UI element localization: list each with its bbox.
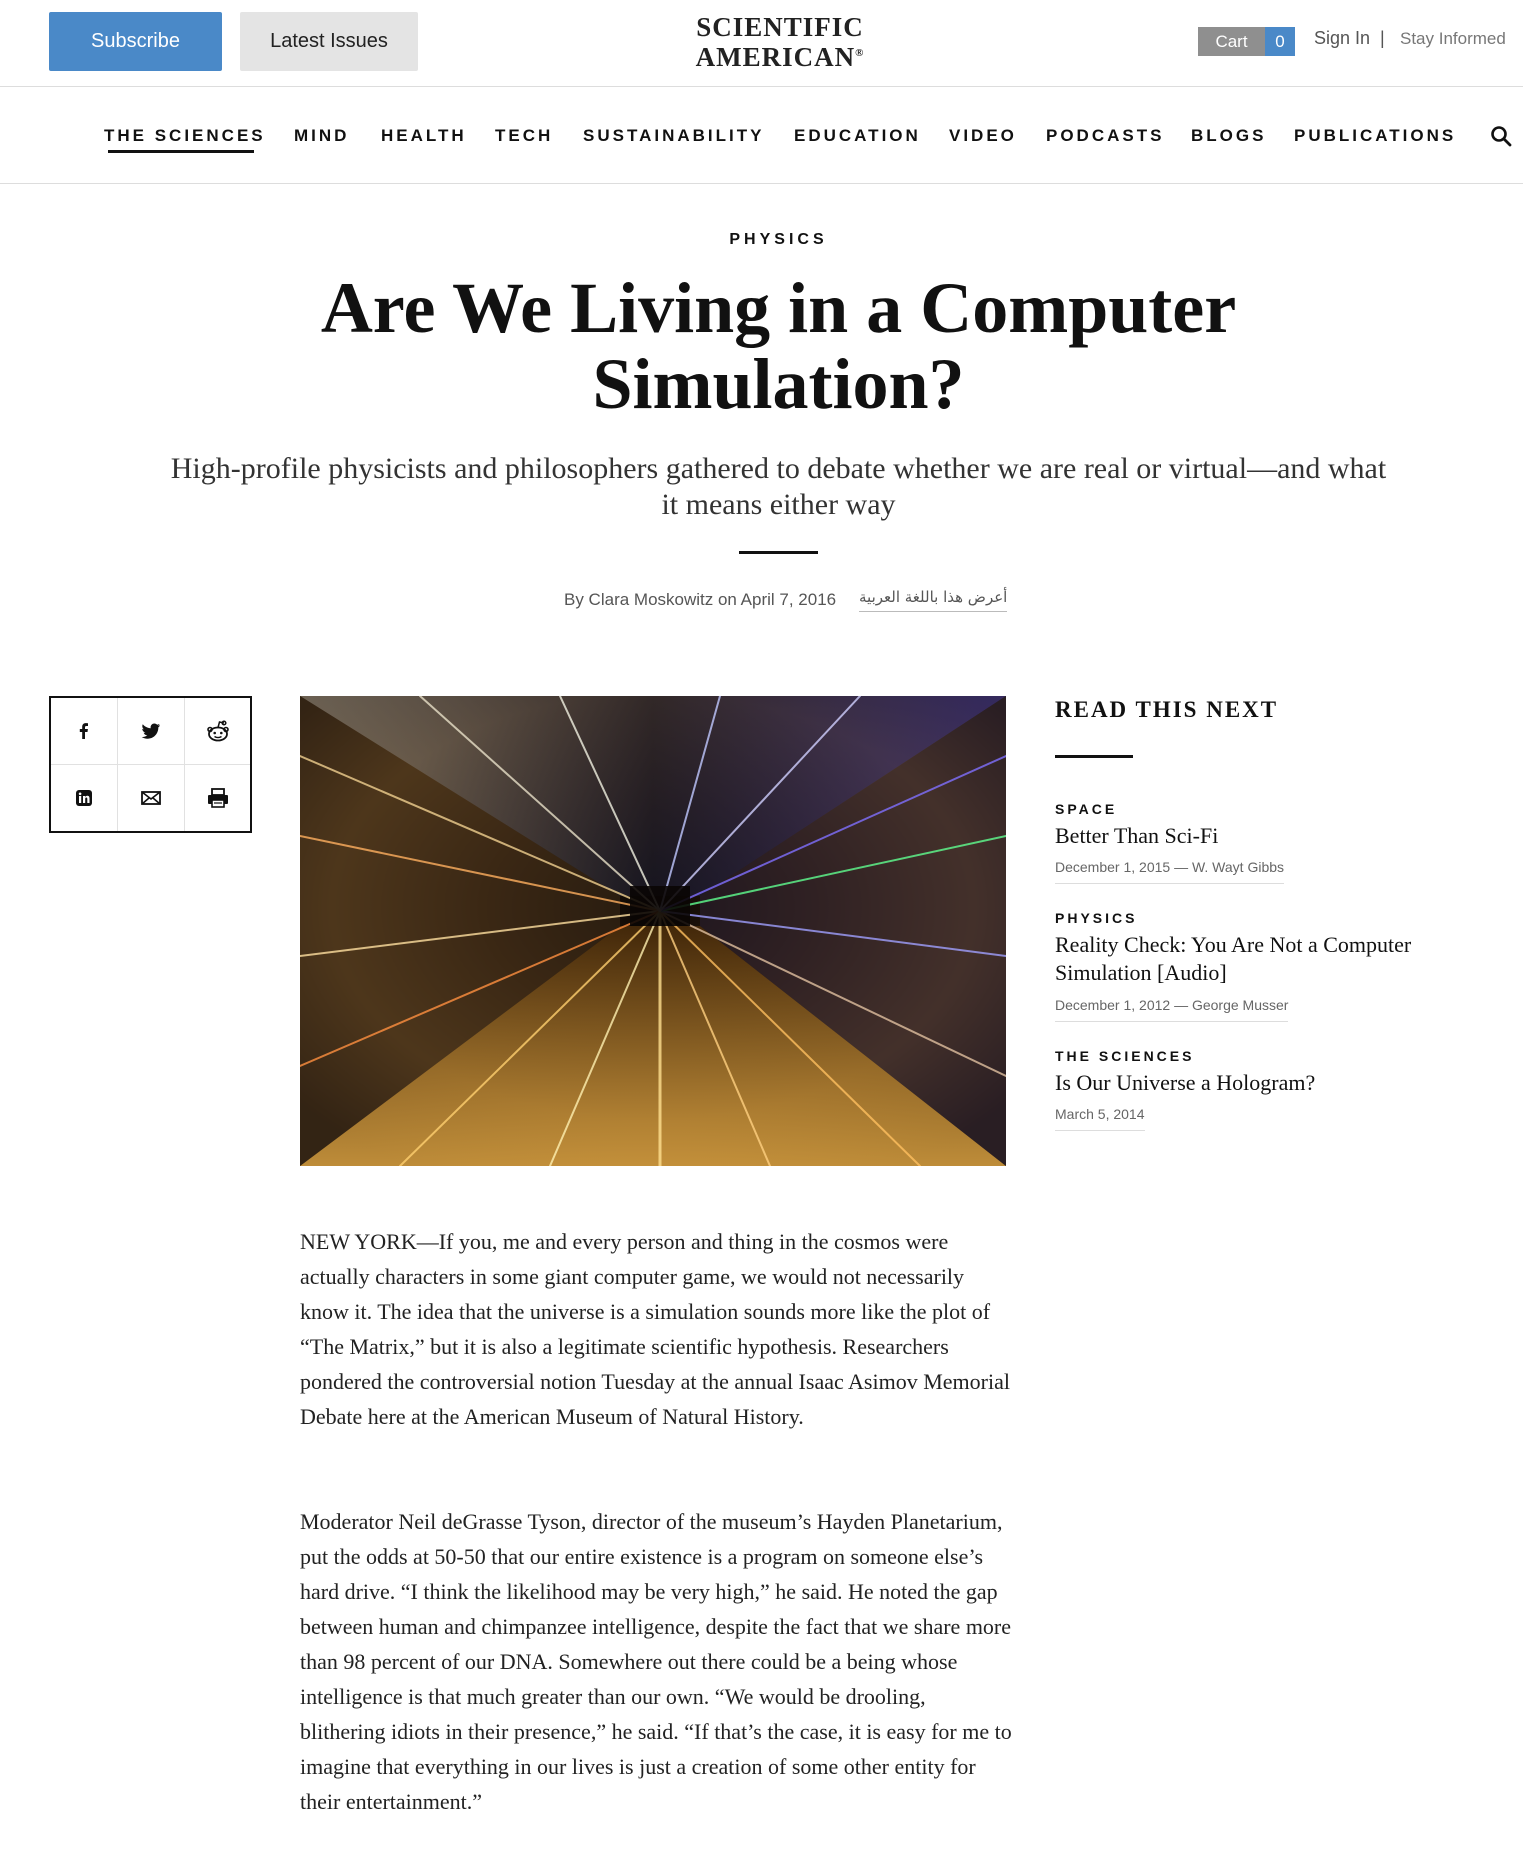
read-this-next-heading: READ THIS NEXT [1055,697,1279,722]
related-meta: December 1, 2012 — George Musser [1055,997,1289,1022]
byline: By Clara Moskowitz on April 7, 2016 [564,590,837,609]
nav-item-publications[interactable]: PUBLICATIONS [1294,126,1456,146]
article-headline: Are We Living in a Computer Simulation? [320,268,1237,424]
subscribe-button[interactable]: Subscribe [49,12,222,71]
print-icon [208,788,228,808]
nav-item-video[interactable]: VIDEO [949,126,1017,146]
article-kicker[interactable]: PHYSICS [0,231,1523,249]
article-paragraph: Moderator Neil deGrasse Tyson, director … [300,1509,1012,1814]
nav-item-the-sciences[interactable]: THE SCIENCES [104,126,266,146]
cart-count-badge: 0 [1265,27,1295,56]
related-article-link[interactable]: Is Our Universe a Hologram? [1055,1069,1455,1097]
top-bar: Subscribe Latest Issues SCIENTIFIC AMERI… [0,0,1523,87]
header-separator: | [1380,28,1385,48]
nav-item-education[interactable]: EDUCATION [794,126,921,146]
article-paragraph: NEW YORK—If you, me and every person and… [300,1229,1010,1429]
nav-item-podcasts[interactable]: PODCASTS [1046,126,1164,146]
nav-item-blogs[interactable]: BLOGS [1191,126,1266,146]
header-divider [739,551,818,554]
related-article-link[interactable]: Better Than Sci-Fi [1055,822,1455,850]
latest-issues-button[interactable]: Latest Issues [240,12,418,71]
related-article-link[interactable]: Reality Check: You Are Not a Computer Si… [1055,931,1455,987]
email-icon [141,791,161,805]
cart-button[interactable]: Cart 0 [1198,27,1295,56]
site-logo[interactable]: SCIENTIFIC AMERICAN® [690,12,870,72]
reddit-icon [207,720,229,742]
logo-line-1: SCIENTIFIC [696,12,864,42]
article-dek: High-profile physicists and philosophers… [170,452,1387,521]
active-nav-underline [108,150,254,153]
share-linkedin-button[interactable] [51,765,117,831]
related-meta: December 1, 2015 — W. Wayt Gibbs [1055,859,1285,884]
logo-line-2: AMERICAN® [695,42,865,72]
twitter-icon [141,723,160,739]
related-meta: March 5, 2014 [1055,1106,1145,1131]
share-box [49,696,252,833]
arabic-translation-link[interactable]: أعرض هذا باللغة العربية [859,588,1008,612]
sign-in-link[interactable]: Sign In [1314,28,1370,49]
main-nav: THE SCIENCES MIND HEALTH TECH SUSTAINABI… [0,88,1523,184]
nav-item-tech[interactable]: TECH [495,126,553,146]
share-reddit-button[interactable] [185,698,251,764]
related-kicker[interactable]: THE SCIENCES [1055,1048,1194,1064]
nav-item-sustainability[interactable]: SUSTAINABILITY [583,126,764,146]
linkedin-icon [76,790,92,806]
hero-image-city-lights [300,696,1006,1166]
nav-item-mind[interactable]: MIND [294,126,349,146]
read-this-next-rule [1055,755,1133,758]
hero-image-graphic [300,696,1006,1166]
search-icon[interactable] [1489,124,1513,148]
stay-informed-link[interactable]: Stay Informed [1400,29,1506,49]
nav-item-health[interactable]: HEALTH [381,126,467,146]
share-email-button[interactable] [118,765,184,831]
share-facebook-button[interactable] [51,698,117,764]
cart-label: Cart [1198,27,1265,56]
related-kicker[interactable]: PHYSICS [1055,910,1137,926]
share-print-button[interactable] [185,765,251,831]
facebook-icon [79,723,88,739]
related-kicker[interactable]: SPACE [1055,801,1117,817]
share-twitter-button[interactable] [118,698,184,764]
